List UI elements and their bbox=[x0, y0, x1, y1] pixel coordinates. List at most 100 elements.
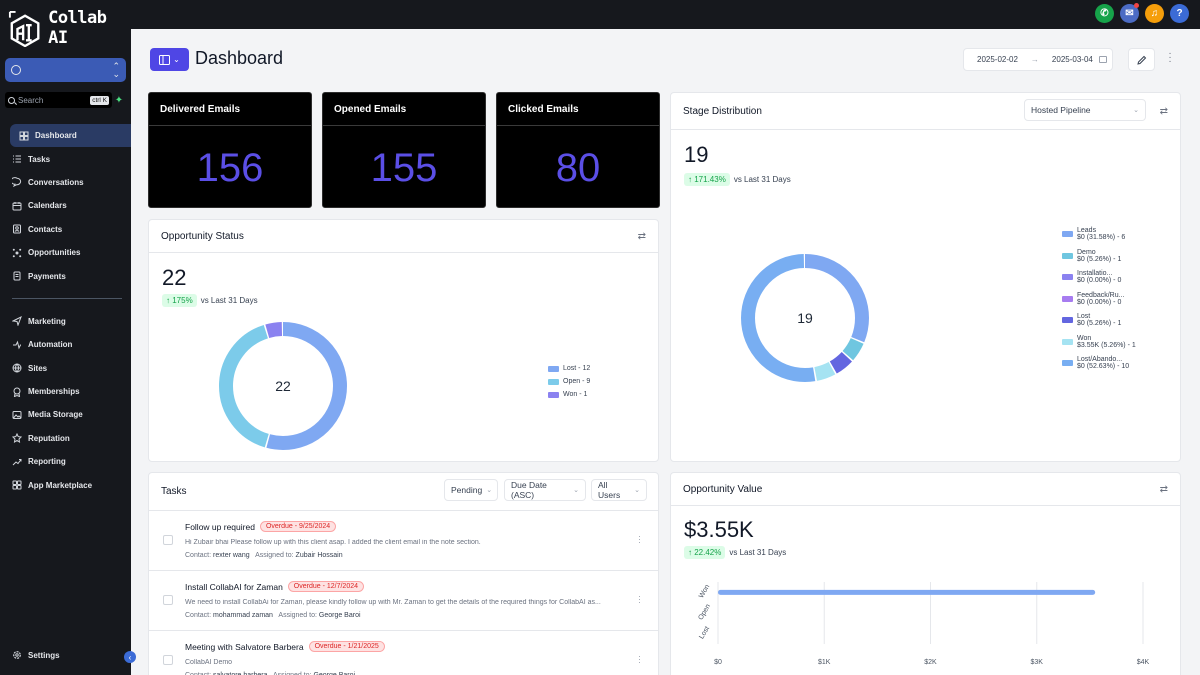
legend-item[interactable]: Lost $0 (5.26%) - 1 bbox=[1062, 313, 1136, 327]
sidebar-item-label: Sites bbox=[28, 363, 48, 373]
task-assignee: George Baroi bbox=[318, 612, 361, 619]
pipeline-value: Hosted Pipeline bbox=[1031, 105, 1091, 115]
task-contact[interactable]: rexter wang bbox=[213, 552, 250, 559]
bar-won[interactable] bbox=[718, 589, 1096, 595]
task-menu-icon[interactable]: · · · bbox=[638, 532, 641, 547]
trend-compare: vs Last 31 Days bbox=[733, 175, 791, 184]
sidebar-item-automation[interactable]: Automation bbox=[0, 333, 131, 356]
legend-item[interactable]: Leads $0 (31.58%) - 6 bbox=[1062, 227, 1136, 241]
x-tick-label: $0 bbox=[714, 659, 722, 666]
sidebar-item-label: Tasks bbox=[28, 154, 51, 164]
date-to: 2025-03-04 bbox=[1051, 55, 1093, 64]
collapse-sidebar-button[interactable]: ‹ bbox=[124, 651, 136, 663]
search-input[interactable]: Search ctrl K bbox=[5, 92, 112, 108]
legend-item[interactable]: Won $3.55K (5.26%) - 1 bbox=[1062, 335, 1136, 349]
sidebar-item-contacts[interactable]: Contacts bbox=[0, 218, 131, 241]
image-icon bbox=[12, 410, 22, 420]
top-bar: ✆ ✉ ♫ ? bbox=[131, 0, 1200, 29]
date-range-picker[interactable]: 2025-02-02 → 2025-03-04 bbox=[963, 48, 1113, 71]
sidebar-item-opportunities[interactable]: Opportunities bbox=[0, 241, 131, 264]
contact-label: Contact: bbox=[185, 612, 212, 619]
legend-item[interactable]: Demo $0 (5.26%) - 1 bbox=[1062, 249, 1136, 263]
sidebar-nav: Dashboard Tasks Conversations Calendars Cont… bbox=[0, 124, 131, 497]
edit-dashboard-button[interactable] bbox=[1128, 48, 1155, 71]
swap-icon[interactable]: ⇄ bbox=[1160, 484, 1168, 495]
card-title: Opportunity Value bbox=[683, 483, 763, 495]
task-users-filter[interactable]: All Users ⌄ bbox=[591, 479, 647, 501]
settings-label: Settings bbox=[28, 650, 60, 660]
card-title: Tasks bbox=[161, 486, 187, 497]
legend-text: Installatio... $0 (0.00%) - 0 bbox=[1077, 270, 1121, 284]
layout-switch-button[interactable]: ⌄ bbox=[150, 48, 189, 71]
chevron-updown-icon: ⌃ ⌄ bbox=[112, 61, 120, 79]
task-description: We need to install CollabAi for Zaman, p… bbox=[185, 599, 601, 606]
legend-swatch bbox=[548, 392, 559, 398]
automation-icon bbox=[12, 340, 22, 350]
swap-icon[interactable]: ⇄ bbox=[1160, 106, 1168, 117]
card-title: Stage Distribution bbox=[683, 105, 762, 117]
legend-item[interactable]: Won - 1 bbox=[548, 391, 590, 398]
calendar-icon bbox=[12, 201, 22, 211]
legend-item[interactable]: Lost/Abando... $0 (52.63%) - 10 bbox=[1062, 356, 1136, 370]
task-contact[interactable]: mohammad zaman bbox=[213, 612, 273, 619]
account-switcher[interactable]: ⌃ ⌄ bbox=[5, 58, 126, 82]
assigned-label: Assigned to: bbox=[278, 612, 317, 619]
sidebar-item-conversations[interactable]: Conversations bbox=[0, 171, 131, 194]
sidebar-item-memberships[interactable]: Memberships bbox=[0, 380, 131, 403]
sidebar-item-reputation[interactable]: Reputation bbox=[0, 427, 131, 450]
legend-item[interactable]: Open - 9 bbox=[548, 378, 590, 385]
card-title: Opportunity Status bbox=[161, 230, 244, 242]
legend-detail: $0 (5.26%) - 1 bbox=[1077, 255, 1122, 263]
sidebar-item-sites[interactable]: Sites bbox=[0, 357, 131, 380]
swap-icon[interactable]: ⇄ bbox=[638, 231, 646, 242]
legend-swatch bbox=[1062, 231, 1073, 237]
quick-action-icon[interactable]: ✦ bbox=[112, 95, 126, 106]
legend-text: Won $3.55K (5.26%) - 1 bbox=[1077, 335, 1136, 349]
task-menu-icon[interactable]: · · · bbox=[638, 652, 641, 667]
sidebar-item-marketing[interactable]: Marketing bbox=[0, 310, 131, 333]
task-checkbox[interactable] bbox=[163, 535, 173, 545]
task-menu-icon[interactable]: · · · bbox=[638, 592, 641, 607]
task-sort-filter[interactable]: Due Date (ASC) ⌄ bbox=[504, 479, 586, 501]
legend-item[interactable]: Lost - 12 bbox=[548, 365, 590, 372]
pipeline-select[interactable]: Hosted Pipeline ⌄ bbox=[1024, 99, 1146, 121]
sidebar-item-tasks[interactable]: Tasks bbox=[0, 147, 131, 170]
sidebar: Collab AI ⌃ ⌄ Search ctrl K ✦ Dashboard Ta… bbox=[0, 0, 136, 675]
sidebar-item-label: Reputation bbox=[28, 433, 70, 443]
stage-distribution-donut: 19 bbox=[741, 254, 869, 382]
y-category-label: Won bbox=[698, 584, 711, 600]
task-row[interactable]: Meeting with Salvatore Barbera Overdue - … bbox=[148, 630, 659, 675]
phone-icon[interactable]: ✆ bbox=[1095, 4, 1114, 23]
task-row[interactable]: Follow up required Overdue - 9/25/2024 Hi … bbox=[148, 510, 659, 570]
sidebar-item-reporting[interactable]: Reporting bbox=[0, 450, 131, 473]
stat-label: Opened Emails bbox=[323, 93, 485, 126]
sidebar-item-settings[interactable]: Settings bbox=[12, 650, 60, 660]
legend-item[interactable]: Feedback/Ru... $0 (0.00%) - 0 bbox=[1062, 292, 1136, 306]
sidebar-item-dashboard[interactable]: Dashboard bbox=[10, 124, 131, 148]
task-row[interactable]: Install CollabAI for Zaman Overdue - 12/7… bbox=[148, 570, 659, 630]
bell-icon[interactable]: ♫ bbox=[1145, 4, 1164, 23]
task-checkbox[interactable] bbox=[163, 595, 173, 605]
stage-trend: ↑ 171.43% vs Last 31 Days bbox=[684, 173, 791, 186]
y-category-label: Lost bbox=[698, 625, 711, 640]
chevron-down-icon: ⌄ bbox=[634, 487, 640, 494]
task-status-filter[interactable]: Pending ⌄ bbox=[444, 479, 498, 501]
chart-line-icon bbox=[12, 457, 22, 467]
chevron-down-icon: ⌄ bbox=[573, 487, 579, 494]
sidebar-item-app-marketplace[interactable]: App Marketplace bbox=[0, 473, 131, 496]
help-icon[interactable]: ? bbox=[1170, 4, 1189, 23]
logo[interactable]: Collab AI bbox=[8, 8, 131, 48]
legend-text: Lost/Abando... $0 (52.63%) - 10 bbox=[1077, 356, 1129, 370]
sidebar-item-calendars[interactable]: Calendars bbox=[0, 194, 131, 217]
x-tick-label: $2K bbox=[924, 659, 937, 666]
sidebar-item-media-storage[interactable]: Media Storage bbox=[0, 403, 131, 426]
legend-item[interactable]: Installatio... $0 (0.00%) - 0 bbox=[1062, 270, 1136, 284]
task-checkbox[interactable] bbox=[163, 655, 173, 665]
sidebar-item-label: Calendars bbox=[28, 201, 67, 211]
chevron-down-icon: ⌄ bbox=[486, 487, 493, 494]
filter-value: All Users bbox=[598, 480, 621, 500]
legend-label: Leads bbox=[1077, 227, 1097, 234]
legend-label: Installatio... bbox=[1077, 270, 1113, 277]
sidebar-item-payments[interactable]: Payments bbox=[0, 264, 131, 287]
more-options-icon[interactable]: · · · bbox=[1164, 49, 1176, 67]
